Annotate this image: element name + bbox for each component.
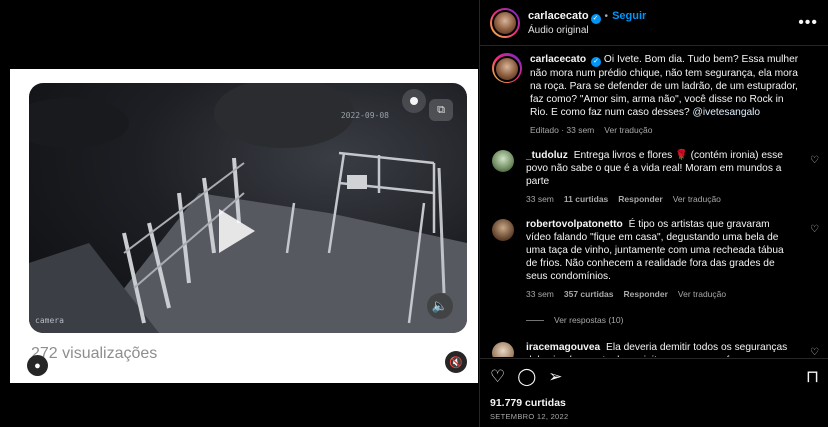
- comment-meta: 33 sem 357 curtidas Responder Ver traduç…: [526, 289, 796, 299]
- avatar[interactable]: [492, 150, 514, 172]
- camera-timestamp: 2022-09-08: [340, 111, 389, 120]
- pip-icon[interactable]: ⧉: [429, 99, 453, 121]
- media-area: 2022-09-08 camera ⧉ 🔈 272 visualizações …: [0, 0, 479, 427]
- speaker-icon[interactable]: 🔈: [427, 293, 453, 319]
- caption-body: carlacecato ✓ Oi Ivete. Bom dia. Tudo bem…: [530, 53, 800, 135]
- audio-link[interactable]: Áudio original: [528, 24, 646, 38]
- avatar[interactable]: [494, 56, 520, 82]
- caption-meta: Editado · 33 sem Ver tradução: [530, 125, 800, 135]
- divider: [526, 319, 544, 321]
- reply-button[interactable]: Responder: [624, 289, 668, 299]
- security-camera-scene: [29, 83, 467, 333]
- avatar[interactable]: [492, 342, 514, 357]
- caption-text: carlacecato ✓ Oi Ivete. Bom dia. Tudo bem…: [530, 53, 800, 119]
- user-icon[interactable]: ●: [27, 355, 48, 376]
- caption-username[interactable]: carlacecato: [530, 54, 586, 65]
- muted-speaker-icon[interactable]: 🔇: [445, 351, 467, 373]
- post-header: carlacecato ✓ • Seguir Áudio original •••: [480, 0, 828, 46]
- verified-badge-icon: ✓: [590, 13, 601, 24]
- embedded-video-card: 2022-09-08 camera ⧉ 🔈 272 visualizações …: [10, 69, 478, 383]
- view-replies-button[interactable]: Ver respostas (10): [526, 315, 828, 325]
- view-replies-label[interactable]: Ver respostas (10): [554, 315, 623, 325]
- comment-username[interactable]: iracemagouvea: [526, 342, 600, 353]
- header-text: carlacecato ✓ • Seguir Áudio original: [528, 8, 646, 38]
- bookmark-icon[interactable]: ⊓: [806, 368, 819, 385]
- comment-likes[interactable]: 11 curtidas: [564, 194, 608, 204]
- avatar[interactable]: [492, 219, 514, 241]
- action-icons: ♡ ◯ ➢ ⊓: [490, 365, 819, 387]
- post-side-panel: carlacecato ✓ • Seguir Áudio original ••• c…: [479, 0, 828, 427]
- caption: carlacecato ✓ Oi Ivete. Bom dia. Tudo bem…: [480, 47, 828, 135]
- translate-link[interactable]: Ver tradução: [678, 289, 726, 299]
- heart-icon[interactable]: ♡: [810, 347, 819, 357]
- video-player[interactable]: 2022-09-08 camera ⧉ 🔈: [29, 83, 467, 333]
- follow-button[interactable]: Seguir: [612, 10, 646, 22]
- post-date: SETEMBRO 12, 2022: [490, 412, 569, 421]
- comment-body: iracemagouvea Ela deveria demitir todos …: [526, 341, 796, 357]
- caption-avatar-ring[interactable]: [492, 53, 522, 83]
- comment-likes[interactable]: 357 curtidas: [564, 289, 614, 299]
- action-bar: ♡ ◯ ➢ ⊓ 91.779 curtidas SETEMBRO 12, 202…: [480, 358, 828, 421]
- comment-username[interactable]: _tudoluz: [526, 150, 568, 161]
- like-count[interactable]: 91.779 curtidas: [490, 397, 819, 409]
- list-item: iracemagouvea Ela deveria demitir todos …: [480, 341, 828, 357]
- comment-text: robertovolpatonetto É tipo os artistas q…: [526, 218, 796, 283]
- comment-body: _tudoluz Entrega livros e flores 🌹 (cont…: [526, 149, 796, 204]
- edited-time: Editado · 33 sem: [530, 125, 595, 135]
- view-count: 272 visualizações: [31, 345, 158, 362]
- translate-link[interactable]: Ver tradução: [673, 194, 721, 204]
- mention-link[interactable]: @ivetesangalo: [693, 107, 761, 118]
- author-username[interactable]: carlacecato: [528, 10, 589, 22]
- list-item: robertovolpatonetto É tipo os artistas q…: [480, 218, 828, 299]
- send-icon[interactable]: ➢: [548, 368, 562, 385]
- reply-button[interactable]: Responder: [618, 194, 662, 204]
- play-icon[interactable]: [219, 209, 255, 253]
- comment-body: robertovolpatonetto É tipo os artistas q…: [526, 218, 796, 299]
- comment-text: _tudoluz Entrega livros e flores 🌹 (cont…: [526, 149, 796, 188]
- comment-username[interactable]: robertovolpatonetto: [526, 219, 623, 230]
- comment-time: 33 sem: [526, 194, 554, 204]
- separator-dot: •: [604, 10, 609, 22]
- list-item: _tudoluz Entrega livros e flores 🌹 (cont…: [480, 149, 828, 204]
- verified-badge-icon: ✓: [591, 57, 602, 67]
- heart-icon[interactable]: ♡: [490, 368, 505, 385]
- heart-icon[interactable]: ♡: [810, 224, 819, 235]
- comments-list[interactable]: carlacecato ✓ Oi Ivete. Bom dia. Tudo bem…: [480, 47, 828, 357]
- story-ring[interactable]: [490, 7, 520, 38]
- translate-link[interactable]: Ver tradução: [604, 125, 652, 135]
- heart-icon[interactable]: ♡: [810, 155, 819, 166]
- comment-icon[interactable]: ◯: [517, 368, 536, 385]
- comment-time: 33 sem: [526, 289, 554, 299]
- comment-text: iracemagouvea Ela deveria demitir todos …: [526, 341, 796, 357]
- more-options-icon[interactable]: •••: [798, 14, 818, 32]
- comment-meta: 33 sem 11 curtidas Responder Ver traduçã…: [526, 194, 796, 204]
- camera-label: camera: [35, 316, 64, 325]
- avatar[interactable]: [492, 9, 518, 36]
